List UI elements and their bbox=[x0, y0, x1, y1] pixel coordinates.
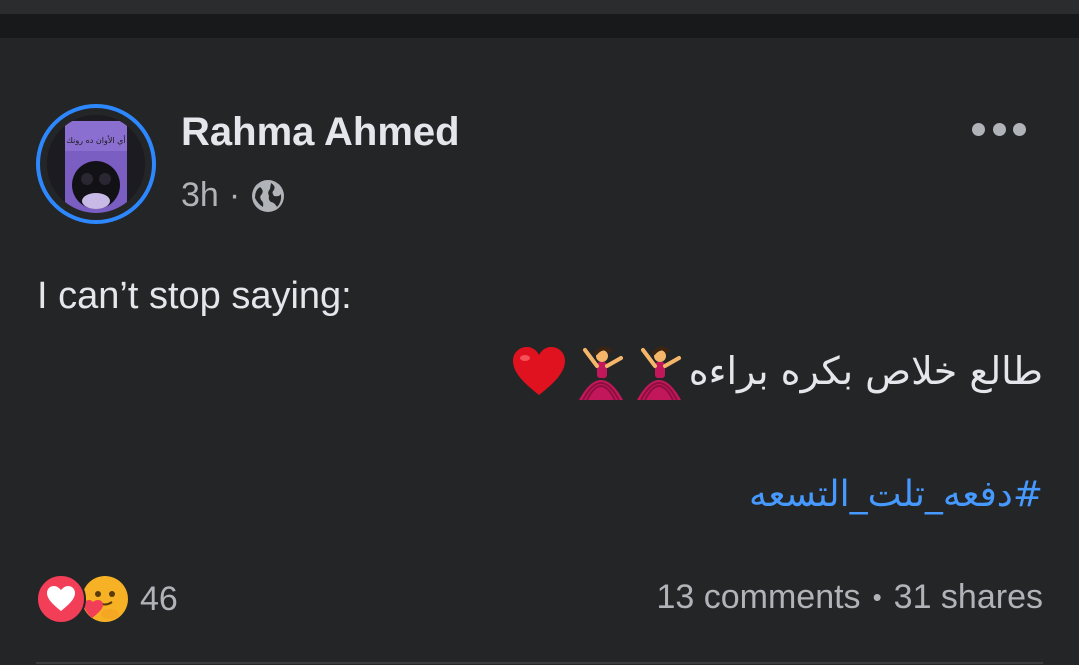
avatar[interactable]: أي الأوان ده رونك bbox=[47, 115, 145, 213]
footer-divider bbox=[36, 662, 1043, 664]
stats-separator: • bbox=[872, 582, 882, 612]
more-options-icon[interactable] bbox=[972, 120, 1026, 138]
red-heart-emoji bbox=[512, 347, 565, 395]
avatar-image: أي الأوان ده رونك bbox=[47, 115, 145, 213]
feed-divider bbox=[0, 14, 1079, 38]
post-text-arabic: طالع خلاص بكره براءه bbox=[688, 349, 1043, 393]
globe-icon[interactable] bbox=[250, 178, 286, 214]
avatar-caption: أي الأوان ده رونك bbox=[66, 135, 125, 145]
dancer-emoji bbox=[578, 346, 623, 401]
more-dot bbox=[1013, 122, 1026, 136]
dancer-emoji bbox=[636, 346, 681, 401]
post-stats: 13 comments • 31 shares bbox=[656, 578, 1043, 617]
post-meta: 3h · bbox=[181, 176, 286, 215]
post-text-line1: I can’t stop saying: bbox=[37, 275, 352, 317]
meta-separator: · bbox=[228, 176, 241, 214]
shares-count[interactable]: 31 shares bbox=[894, 578, 1043, 617]
more-dot bbox=[972, 122, 985, 136]
author-name[interactable]: Rahma Ahmed bbox=[181, 110, 460, 155]
post-card: أي الأوان ده رونك Rahma Ahmed 3h · I can… bbox=[0, 38, 1079, 665]
post-text-line2: طالع خلاص بكره براءه bbox=[511, 340, 1043, 402]
comments-count[interactable]: 13 comments bbox=[656, 578, 860, 617]
reactions-summary[interactable]: 46 bbox=[36, 574, 178, 624]
post-time[interactable]: 3h bbox=[181, 176, 219, 215]
avatar-story-ring[interactable]: أي الأوان ده رونك bbox=[36, 104, 156, 224]
hashtag-link[interactable]: #دفعه_تلت_التسعه bbox=[749, 474, 1043, 515]
reaction-count: 46 bbox=[140, 579, 178, 618]
more-dot bbox=[992, 122, 1006, 136]
love-reaction-icon bbox=[36, 574, 86, 624]
top-strip bbox=[0, 0, 1079, 14]
care-reaction-icon bbox=[82, 576, 128, 622]
